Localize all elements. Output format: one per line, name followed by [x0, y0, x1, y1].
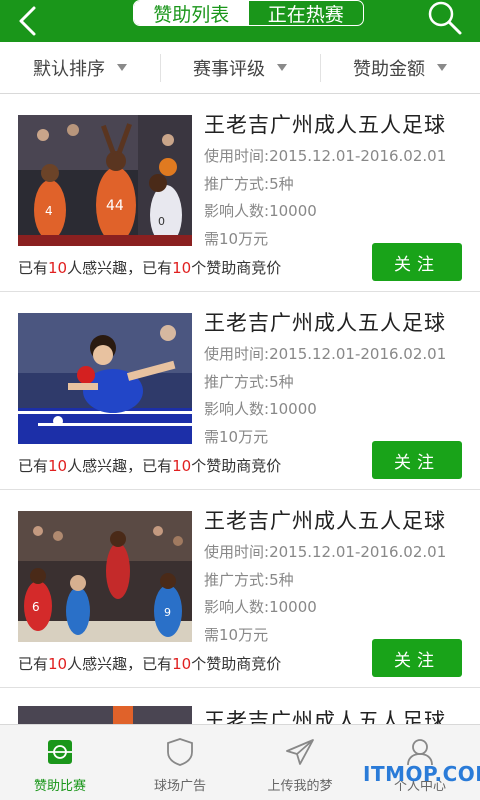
interest-summary: 已有10人感兴趣，已有10个赞助商竞价 — [18, 457, 282, 475]
required-amount: 需10万元 — [204, 428, 269, 446]
tab-hot-matches[interactable]: 正在热赛 — [249, 1, 364, 26]
usage-time: 使用时间:2015.12.01-2016.02.01 — [204, 543, 447, 561]
basketball-players-image: 4 44 0 — [18, 115, 192, 246]
sponsor-count: 10 — [172, 655, 192, 673]
follow-button[interactable]: 关注 — [372, 639, 462, 677]
sponsor-match-icon — [48, 740, 72, 764]
tab-sponsor-match[interactable]: 赞助比赛 — [0, 725, 120, 800]
caret-down-icon — [117, 64, 127, 71]
svg-text:44: 44 — [106, 198, 124, 214]
tab-sponsor-list[interactable]: 赞助列表 — [134, 1, 249, 25]
event-title: 王老吉广州成人五人足球 — [204, 709, 446, 724]
svg-text:0: 0 — [158, 215, 165, 228]
segment-control: 赞助列表 正在热赛 — [133, 0, 364, 26]
basketball-game-image: 6 9 — [18, 511, 192, 642]
paper-plane-icon — [286, 739, 314, 765]
search-icon — [428, 1, 462, 35]
svg-text:6: 6 — [32, 600, 40, 614]
event-photo — [18, 313, 192, 444]
audience-count: 影响人数:10000 — [204, 598, 317, 616]
tab-label: 赞助比赛 — [33, 779, 86, 794]
follow-button[interactable]: 关注 — [372, 441, 462, 479]
basketball-players-image — [18, 706, 192, 724]
sponsor-count: 10 — [172, 457, 192, 475]
tab-label: 球场广告 — [153, 779, 206, 794]
sponsor-count: 10 — [172, 259, 192, 277]
promotion-method: 推广方式:5种 — [204, 373, 294, 391]
audience-count: 影响人数:10000 — [204, 202, 317, 220]
interest-count: 10 — [48, 655, 68, 673]
filter-label: 默认排序 — [33, 58, 105, 80]
search-button[interactable] — [424, 0, 464, 36]
usage-time: 使用时间:2015.12.01-2016.02.01 — [204, 147, 447, 165]
caret-down-icon — [277, 64, 287, 71]
event-photo: 6 9 — [18, 511, 192, 642]
audience-count: 影响人数:10000 — [204, 400, 317, 418]
interest-count: 10 — [48, 457, 68, 475]
required-amount: 需10万元 — [204, 626, 269, 644]
event-title: 王老吉广州成人五人足球 — [204, 509, 446, 533]
tab-label: 上传我的梦 — [267, 779, 333, 794]
top-bar: 赞助列表 正在热赛 — [0, 0, 480, 42]
watermark: ITMOP.COM — [363, 762, 480, 786]
usage-time: 使用时间:2015.12.01-2016.02.01 — [204, 345, 447, 363]
table-tennis-image — [18, 313, 192, 444]
tab-court-ads[interactable]: 球场广告 — [120, 725, 240, 800]
svg-text:4: 4 — [45, 204, 53, 218]
caret-down-icon — [437, 64, 447, 71]
filter-sponsor-amount[interactable]: 赞助金额 — [320, 42, 480, 93]
list-item[interactable]: 王老吉广州成人五人足球 — [0, 689, 480, 724]
filter-event-rating[interactable]: 赛事评级 — [160, 42, 320, 93]
tab-upload-dream[interactable]: 上传我的梦 — [240, 725, 360, 800]
follow-button[interactable]: 关注 — [372, 243, 462, 281]
event-photo: 4 44 0 — [18, 115, 192, 246]
list-item[interactable]: 4 44 0 王老吉广州成人五人足球 使用时间:2015.12.01-2016.… — [0, 95, 480, 292]
svg-text:9: 9 — [164, 606, 171, 619]
event-title: 王老吉广州成人五人足球 — [204, 311, 446, 335]
event-photo — [18, 706, 192, 724]
filter-default-sort[interactable]: 默认排序 — [0, 42, 160, 93]
interest-summary: 已有10人感兴趣，已有10个赞助商竞价 — [18, 259, 282, 277]
filter-label: 赞助金额 — [353, 58, 425, 80]
interest-summary: 已有10人感兴趣，已有10个赞助商竞价 — [18, 655, 282, 673]
event-title: 王老吉广州成人五人足球 — [204, 113, 446, 137]
shield-icon — [167, 738, 193, 766]
filter-label: 赛事评级 — [193, 58, 265, 80]
filter-bar: 默认排序 赛事评级 赞助金额 — [0, 42, 480, 94]
promotion-method: 推广方式:5种 — [204, 571, 294, 589]
interest-count: 10 — [48, 259, 68, 277]
list-item[interactable]: 王老吉广州成人五人足球 使用时间:2015.12.01-2016.02.01 推… — [0, 293, 480, 490]
required-amount: 需10万元 — [204, 230, 269, 248]
back-button[interactable] — [10, 4, 44, 38]
back-arrow-icon — [19, 6, 36, 36]
promotion-method: 推广方式:5种 — [204, 175, 294, 193]
list-item[interactable]: 6 9 王老吉广州成人五人足球 使用时间:2015.12.01-2016.02.… — [0, 491, 480, 688]
